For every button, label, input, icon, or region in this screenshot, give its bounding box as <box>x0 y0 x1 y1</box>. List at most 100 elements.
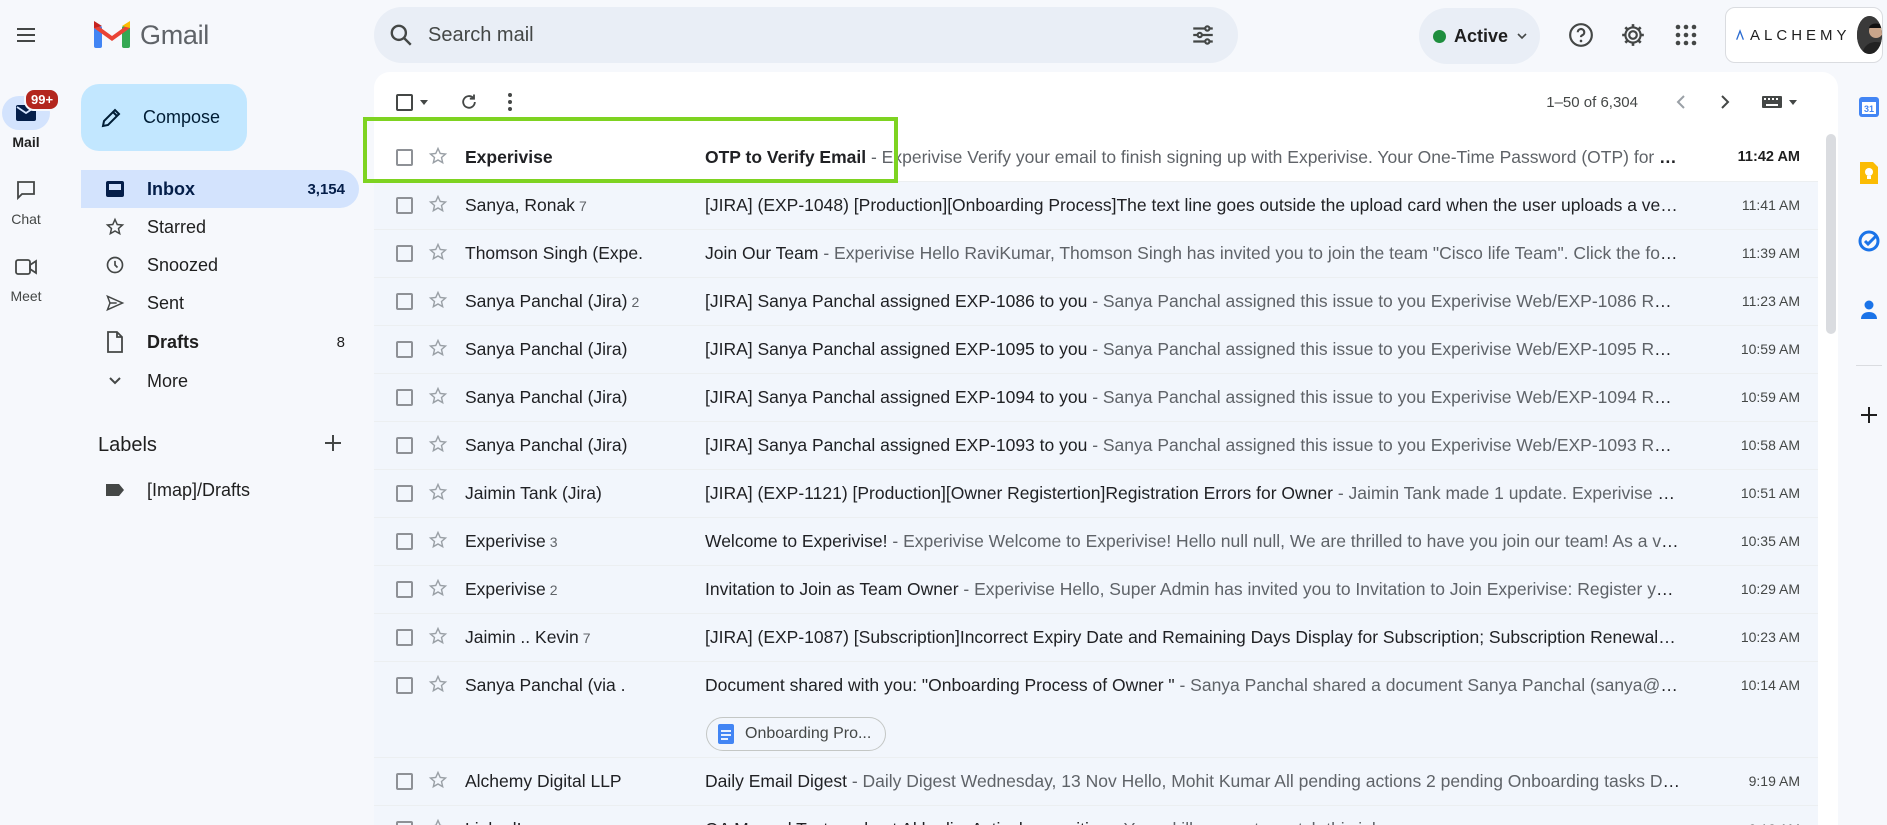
email-row[interactable]: Sanya Panchal (Jira) 2 [JIRA] Sanya Pancha… <box>374 278 1818 326</box>
chevron-left-icon[interactable] <box>1674 94 1688 110</box>
gear-icon <box>1622 24 1644 46</box>
row-checkbox[interactable] <box>396 245 413 262</box>
chat-icon <box>17 181 35 201</box>
email-row[interactable]: Sanya Panchal (Jira) [JIRA] Sanya Panchal… <box>374 326 1818 374</box>
nav-more[interactable]: More <box>81 362 359 400</box>
row-checkbox[interactable] <box>396 341 413 358</box>
search-options-icon[interactable] <box>1190 22 1216 48</box>
star-icon[interactable] <box>428 290 448 315</box>
rail-meet[interactable]: Meet <box>0 250 52 304</box>
row-checkbox[interactable] <box>396 773 413 790</box>
nav-drafts[interactable]: Drafts 8 <box>81 323 359 361</box>
star-icon[interactable] <box>428 338 448 363</box>
calendar-addon[interactable]: 31 <box>1856 94 1882 120</box>
email-snippet: - Experivise Hello RaviKumar, Thomson Si… <box>818 243 1680 263</box>
account-switcher[interactable]: ALCHEMY <box>1725 7 1883 63</box>
email-content: [JIRA] (EXP-1048) [Production][Onboardin… <box>705 195 1680 216</box>
thread-count: 7 <box>582 630 591 646</box>
search-input[interactable] <box>428 23 1190 47</box>
attachment-chip[interactable]: Onboarding Pro... <box>706 717 887 751</box>
email-row[interactable]: Jaimin .. Kevin 7 [JIRA] (EXP-1087) [Subsc… <box>374 614 1818 662</box>
star-icon[interactable] <box>428 674 448 699</box>
status-dot <box>1433 29 1446 43</box>
row-checkbox[interactable] <box>396 197 413 214</box>
keep-addon[interactable] <box>1856 160 1882 186</box>
row-checkbox[interactable] <box>396 293 413 310</box>
apps-button[interactable] <box>1665 14 1707 56</box>
get-addons-button[interactable] <box>1856 402 1882 428</box>
email-row[interactable]: Sanya, Ronak 7 [JIRA] (EXP-1048) [Producti… <box>374 182 1818 230</box>
status-selector[interactable]: Active <box>1419 8 1540 64</box>
plus-icon <box>1861 407 1877 423</box>
nav-more-label: More <box>147 370 189 391</box>
nav-snoozed[interactable]: Snoozed <box>81 246 359 284</box>
chevron-right-icon[interactable] <box>1718 94 1732 110</box>
nav-sent[interactable]: Sent <box>81 284 359 322</box>
row-checkbox[interactable] <box>396 581 413 598</box>
add-label-button[interactable] <box>322 432 344 459</box>
row-checkbox[interactable] <box>396 389 413 406</box>
gmail-logo[interactable]: Gmail <box>92 16 209 54</box>
tasks-addon[interactable] <box>1856 228 1882 254</box>
input-tools-button[interactable] <box>1762 96 1798 108</box>
star-icon[interactable] <box>428 482 448 507</box>
rail-mail[interactable]: 99+ Mail <box>0 88 61 150</box>
email-row[interactable]: Alchemy Digital LLP Daily Email Digest - … <box>374 758 1818 806</box>
email-row[interactable]: Experivise 2 Invitation to Join as Team Ow… <box>374 566 1818 614</box>
support-button[interactable] <box>1560 14 1602 56</box>
compose-button[interactable]: Compose <box>81 84 247 151</box>
row-checkbox[interactable] <box>396 437 413 454</box>
email-row[interactable]: LinkedIn QA Manual Tester role at Akkodis… <box>374 806 1818 825</box>
more-vert-icon[interactable] <box>507 92 513 112</box>
star-icon[interactable] <box>428 434 448 459</box>
search-bar[interactable] <box>374 7 1238 63</box>
row-checkbox[interactable] <box>396 821 413 825</box>
avatar[interactable] <box>1856 16 1882 54</box>
rail-meet-label: Meet <box>10 288 42 304</box>
email-row[interactable]: Sanya Panchal (via . Document shared with… <box>374 662 1818 758</box>
email-time: 11:23 AM <box>1741 293 1800 309</box>
chevron-down-icon <box>109 377 121 385</box>
rail-chat[interactable]: Chat <box>0 173 52 227</box>
star-icon[interactable] <box>428 770 448 795</box>
google-docs-icon <box>718 724 734 744</box>
nav-inbox-label: Inbox <box>147 178 195 199</box>
select-all-checkbox[interactable] <box>396 93 429 111</box>
contacts-addon[interactable] <box>1856 296 1882 322</box>
search-icon[interactable] <box>388 22 414 48</box>
star-icon[interactable] <box>428 194 448 219</box>
email-sender: Sanya Panchal (Jira) <box>465 339 628 359</box>
star-icon[interactable] <box>428 242 448 267</box>
row-checkbox[interactable] <box>396 533 413 550</box>
email-row[interactable]: Jaimin Tank (Jira) [JIRA] (EXP-1121) [Pro… <box>374 470 1818 518</box>
thread-count: 2 <box>631 294 640 310</box>
star-icon[interactable] <box>428 530 448 555</box>
email-snippet: - Sanya Panchal assigned this issue to y… <box>1087 387 1680 407</box>
email-time: 10:14 AM <box>1740 677 1800 693</box>
settings-button[interactable] <box>1612 14 1654 56</box>
nav-starred[interactable]: Starred <box>81 208 359 246</box>
refresh-icon[interactable] <box>459 92 479 112</box>
attachment-name: Onboarding Pro... <box>745 725 872 742</box>
row-checkbox[interactable] <box>396 485 413 502</box>
email-time: 10:51 AM <box>1740 485 1800 501</box>
app-title: Gmail <box>140 19 210 50</box>
nav-sent-label: Sent <box>147 292 185 313</box>
email-row[interactable]: Thomson Singh (Expe. Join Our Team - Expe… <box>374 230 1818 278</box>
email-row[interactable]: Sanya Panchal (Jira) [JIRA] Sanya Panchal… <box>374 422 1818 470</box>
nav-drafts-label: Drafts <box>147 331 200 352</box>
star-icon[interactable] <box>428 818 448 825</box>
star-icon[interactable] <box>428 578 448 603</box>
label-imap-drafts[interactable]: [Imap]/Drafts <box>81 471 359 509</box>
main-menu-button[interactable] <box>6 15 46 55</box>
email-row[interactable]: Sanya Panchal (Jira) [JIRA] Sanya Panchal… <box>374 374 1818 422</box>
star-icon[interactable] <box>428 626 448 651</box>
thread-count: 3 <box>549 534 558 550</box>
row-checkbox[interactable] <box>396 629 413 646</box>
row-checkbox[interactable] <box>396 677 413 694</box>
star-icon[interactable] <box>428 386 448 411</box>
clock-icon <box>106 256 124 274</box>
scrollbar-thumb[interactable] <box>1826 134 1836 334</box>
nav-inbox[interactable]: Inbox 3,154 <box>81 170 359 208</box>
email-row[interactable]: Experivise 3 Welcome to Experivise! - Expe… <box>374 518 1818 566</box>
